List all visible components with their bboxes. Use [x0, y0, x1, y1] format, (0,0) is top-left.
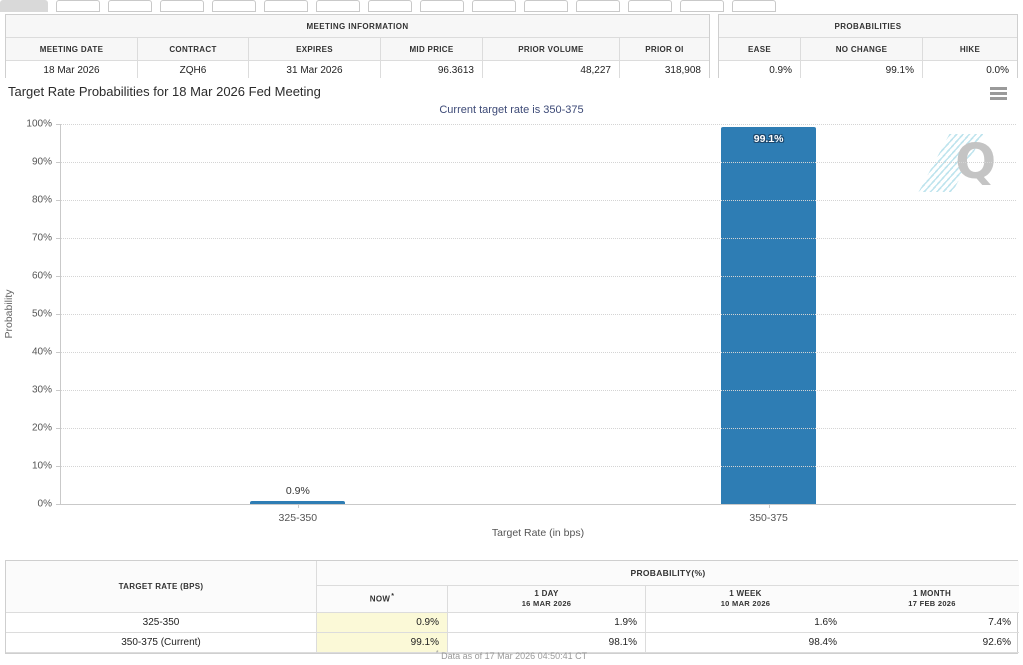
data-as-of-note: * Data as of 17 Mar 2026 04:50:41 CT — [0, 650, 1023, 661]
hike-header: HIKE — [923, 38, 1017, 61]
tab[interactable] — [56, 0, 100, 12]
now-column-header: NOW* — [317, 586, 448, 613]
gridline — [61, 238, 1016, 239]
ease-header: EASE — [719, 38, 801, 61]
tab-strip — [0, 0, 1023, 9]
expires-header: EXPIRES — [249, 38, 381, 61]
gridline — [61, 124, 1016, 125]
y-tick-mark — [56, 200, 61, 201]
meeting-information-title: MEETING INFORMATION — [6, 15, 709, 38]
meeting-information-panel: MEETING INFORMATION MEETING DATE CONTRAC… — [5, 14, 710, 81]
y-tick-label: 100% — [26, 119, 52, 130]
y-tick-label: 40% — [32, 347, 52, 358]
tab[interactable] — [160, 0, 204, 12]
probability-group-header: PROBABILITY(%) — [317, 561, 1019, 586]
row-325-350-1day: 1.9% — [448, 613, 646, 633]
y-tick-mark — [56, 352, 61, 353]
footnote-marker: * — [436, 650, 439, 657]
top-tables: MEETING INFORMATION MEETING DATE CONTRAC… — [5, 14, 1018, 81]
gridline — [61, 352, 1016, 353]
y-tick-mark — [56, 238, 61, 239]
tab[interactable] — [680, 0, 724, 12]
target-rate-header: TARGET RATE (BPS) — [6, 561, 317, 613]
y-tick-mark — [56, 428, 61, 429]
x-tick-mark — [298, 504, 299, 508]
x-tick-mark — [769, 504, 770, 508]
one-day-column-header: 1 DAY 16 MAR 2026 — [448, 586, 646, 613]
y-tick-label: 60% — [32, 271, 52, 282]
x-tick-label: 325-350 — [279, 512, 318, 524]
tab[interactable] — [472, 0, 516, 12]
y-tick-mark — [56, 314, 61, 315]
tab[interactable] — [264, 0, 308, 12]
tab[interactable] — [628, 0, 672, 12]
y-tick-mark — [56, 504, 61, 505]
chart-title: Target Rate Probabilities for 18 Mar 202… — [8, 84, 321, 99]
footnote-text: Data as of 17 Mar 2026 04:50:41 CT — [441, 651, 587, 661]
row-325-350-1week: 1.6% — [646, 613, 845, 633]
chart-subtitle: Current target rate is 350-375 — [0, 104, 1023, 116]
gridline — [61, 162, 1016, 163]
x-axis-title: Target Rate (in bps) — [60, 527, 1016, 539]
now-footnote-marker: * — [391, 593, 394, 600]
chart-section: Target Rate Probabilities for 18 Mar 202… — [0, 78, 1023, 558]
y-tick-label: 90% — [32, 157, 52, 168]
y-axis-title: Probability — [3, 279, 15, 349]
prior-volume-header: PRIOR VOLUME — [483, 38, 620, 61]
tab[interactable] — [576, 0, 620, 12]
probabilities-title: PROBABILITIES — [719, 15, 1017, 38]
one-month-column-header: 1 MONTH 17 FEB 2026 — [845, 586, 1019, 613]
probability-history-table: TARGET RATE (BPS) PROBABILITY(%) NOW* 1 … — [5, 560, 1018, 654]
tab[interactable] — [108, 0, 152, 12]
bar-350-375[interactable] — [721, 127, 816, 504]
probabilities-panel: PROBABILITIES EASE NO CHANGE HIKE 0.9% 9… — [718, 14, 1018, 81]
gridline — [61, 428, 1016, 429]
prior-oi-header: PRIOR OI — [620, 38, 709, 61]
bar-value-label: 99.1% — [754, 133, 784, 145]
row-325-350-rate: 325-350 — [6, 613, 317, 633]
quikstrike-watermark-icon: Q — [934, 132, 998, 196]
tab[interactable] — [420, 0, 464, 12]
tab[interactable] — [368, 0, 412, 12]
y-tick-label: 70% — [32, 233, 52, 244]
y-tick-mark — [56, 276, 61, 277]
bar-value-label: 0.9% — [286, 485, 310, 497]
y-tick-mark — [56, 124, 61, 125]
y-tick-mark — [56, 390, 61, 391]
gridline — [61, 466, 1016, 467]
row-325-350-now: 0.9% — [317, 613, 448, 633]
tab[interactable] — [524, 0, 568, 12]
gridline — [61, 200, 1016, 201]
gridline — [61, 390, 1016, 391]
y-tick-label: 20% — [32, 423, 52, 434]
y-tick-mark — [56, 466, 61, 467]
y-tick-label: 80% — [32, 195, 52, 206]
mid-price-header: MID PRICE — [381, 38, 483, 61]
gridline — [61, 276, 1016, 277]
no-change-header: NO CHANGE — [801, 38, 923, 61]
tab[interactable] — [316, 0, 360, 12]
y-tick-label: 30% — [32, 385, 52, 396]
hamburger-menu-icon[interactable] — [990, 87, 1007, 102]
y-tick-mark — [56, 162, 61, 163]
y-tick-label: 50% — [32, 309, 52, 320]
gridline — [61, 314, 1016, 315]
tab[interactable] — [732, 0, 776, 12]
meeting-date-header: MEETING DATE — [6, 38, 138, 61]
tab[interactable] — [212, 0, 256, 12]
fedwatch-page: MEETING INFORMATION MEETING DATE CONTRAC… — [0, 0, 1023, 665]
y-tick-label: 0% — [38, 499, 52, 510]
tab-active[interactable] — [0, 0, 48, 12]
x-tick-label: 350-375 — [749, 512, 788, 524]
row-325-350-1month: 7.4% — [845, 613, 1019, 633]
contract-header: CONTRACT — [138, 38, 249, 61]
plot-area: 0.9% 99.1% 325-350 350-375 Q 0%10%20%30%… — [60, 124, 1016, 505]
y-tick-label: 10% — [32, 461, 52, 472]
one-week-column-header: 1 WEEK 10 MAR 2026 — [646, 586, 845, 613]
